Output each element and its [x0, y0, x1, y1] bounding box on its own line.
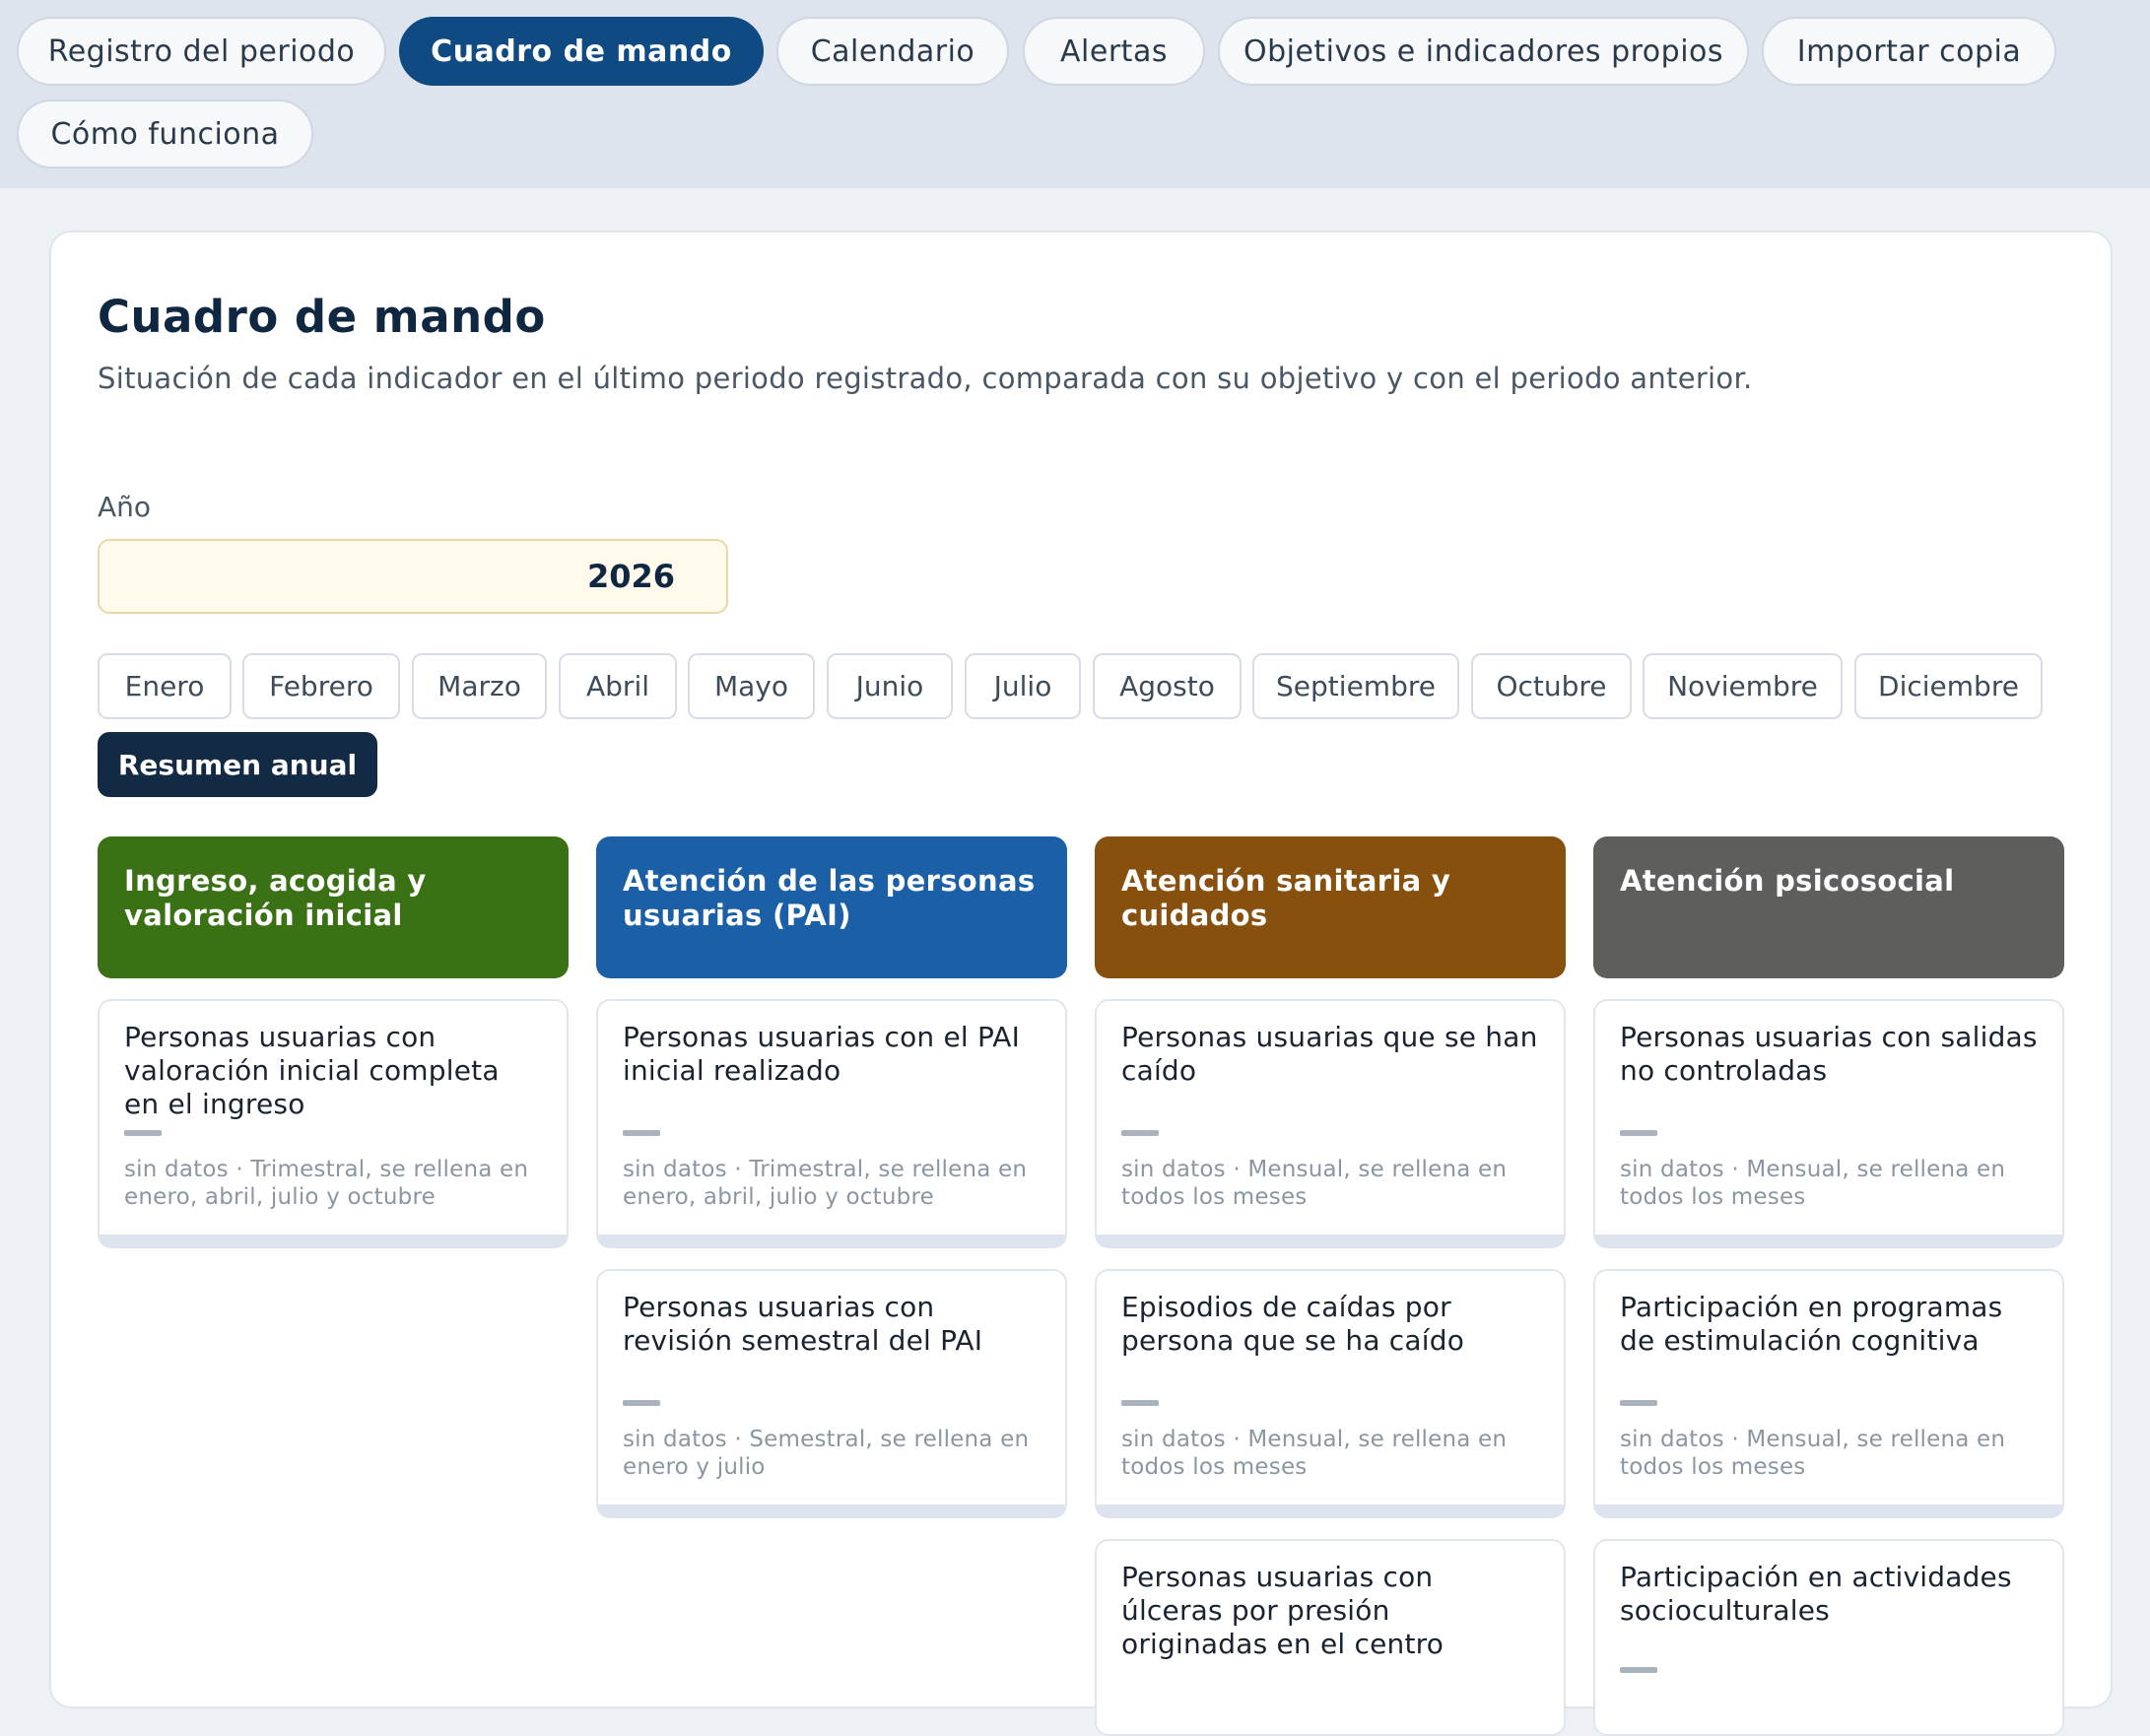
indicator-title: Participación en programas de estimulaci…: [1620, 1291, 2003, 1357]
column-header-psicosocial: Atención psicosocial: [1593, 836, 2064, 978]
month-febrero[interactable]: Febrero: [242, 653, 400, 719]
indicator-title: Personas usuarias con revisión semestral…: [623, 1291, 983, 1357]
indicator-value-empty: [1620, 1130, 1657, 1136]
indicator-title: Personas usuarias con valoración inicial…: [124, 1021, 500, 1120]
page-subtitle: Situación de cada indicador en el último…: [98, 362, 1753, 395]
tab-cuadro-de-mando[interactable]: Cuadro de mando: [399, 17, 764, 86]
tab-calendario[interactable]: Calendario: [776, 17, 1009, 86]
tab-alertas[interactable]: Alertas: [1023, 17, 1205, 86]
month-junio[interactable]: Junio: [827, 653, 953, 719]
month-mayo[interactable]: Mayo: [688, 653, 815, 719]
indicator-value-empty: [124, 1130, 162, 1136]
year-label: Año: [98, 491, 152, 523]
indicator-value-empty: [623, 1400, 660, 1406]
month-julio[interactable]: Julio: [965, 653, 1081, 719]
indicator-card[interactable]: Personas usuarias con revisión semestral…: [596, 1269, 1067, 1518]
indicator-card[interactable]: Personas usuarias con úlceras por presió…: [1095, 1539, 1566, 1736]
column-header-pai: Atención de las personas usuarias (PAI): [596, 836, 1067, 978]
month-marzo[interactable]: Marzo: [412, 653, 547, 719]
indicator-meta: sin datos · Mensual, se rellena en todos…: [1620, 1157, 2006, 1210]
tab-registro-del-periodo[interactable]: Registro del periodo: [17, 17, 386, 86]
month-septiembre[interactable]: Septiembre: [1252, 653, 1459, 719]
month-diciembre[interactable]: Diciembre: [1854, 653, 2043, 719]
indicator-title: Participación en actividades sociocultur…: [1620, 1561, 2012, 1627]
indicator-meta: sin datos · Semestral, se rellena en ene…: [623, 1427, 1030, 1480]
indicator-card[interactable]: Participación en programas de estimulaci…: [1593, 1269, 2064, 1518]
indicator-title: Personas usuarias que se han caído: [1121, 1021, 1538, 1087]
top-nav: Registro del periodo Cuadro de mando Cal…: [0, 0, 2150, 188]
month-agosto[interactable]: Agosto: [1093, 653, 1242, 719]
tab-como-funciona[interactable]: Cómo funciona: [17, 100, 313, 168]
month-noviembre[interactable]: Noviembre: [1643, 653, 1843, 719]
indicator-meta: sin datos · Trimestral, se rellena en en…: [623, 1157, 1028, 1210]
indicator-card[interactable]: Personas usuarias con valoración inicial…: [98, 999, 569, 1248]
indicator-value-empty: [1121, 1130, 1159, 1136]
indicator-card[interactable]: Personas usuarias con salidas no control…: [1593, 999, 2064, 1248]
indicator-card[interactable]: Personas usuarias que se han caído sin d…: [1095, 999, 1566, 1248]
indicator-value-empty: [1620, 1400, 1657, 1406]
indicator-value-empty: [1620, 1667, 1657, 1673]
indicator-card[interactable]: Participación en actividades sociocultur…: [1593, 1539, 2064, 1736]
annual-summary-button[interactable]: Resumen anual: [98, 732, 377, 797]
indicator-card[interactable]: Episodios de caídas por persona que se h…: [1095, 1269, 1566, 1518]
indicator-meta: sin datos · Trimestral, se rellena en en…: [124, 1157, 529, 1210]
indicator-meta: sin datos · Mensual, se rellena en todos…: [1620, 1427, 2006, 1480]
month-abril[interactable]: Abril: [559, 653, 677, 719]
indicator-title: Personas usuarias con úlceras por presió…: [1121, 1561, 1445, 1660]
indicator-title: Personas usuarias con el PAI inicial rea…: [623, 1021, 1021, 1087]
indicator-title: Personas usuarias con salidas no control…: [1620, 1021, 2038, 1087]
month-octubre[interactable]: Octubre: [1471, 653, 1632, 719]
page-title: Cuadro de mando: [98, 291, 546, 343]
indicator-meta: sin datos · Mensual, se rellena en todos…: [1121, 1157, 1508, 1210]
column-header-sanitaria: Atención sanitaria y cuidados: [1095, 836, 1566, 978]
indicator-card[interactable]: Personas usuarias con el PAI inicial rea…: [596, 999, 1067, 1248]
tab-objetivos-e-indicadores[interactable]: Objetivos e indicadores propios: [1218, 17, 1749, 86]
month-enero[interactable]: Enero: [98, 653, 232, 719]
column-header-ingreso: Ingreso, acogida y valoración inicial: [98, 836, 569, 978]
indicator-title: Episodios de caídas por persona que se h…: [1121, 1291, 1465, 1357]
indicator-meta: sin datos · Mensual, se rellena en todos…: [1121, 1427, 1508, 1480]
year-input[interactable]: [98, 539, 728, 614]
tab-importar-copia[interactable]: Importar copia: [1762, 17, 2056, 86]
indicator-value-empty: [623, 1130, 660, 1136]
indicator-value-empty: [1121, 1400, 1159, 1406]
